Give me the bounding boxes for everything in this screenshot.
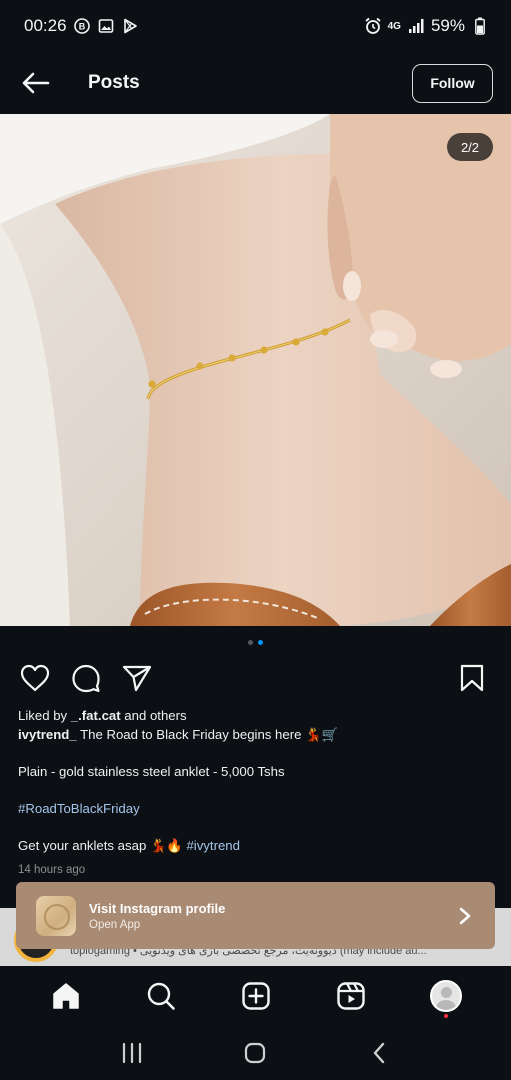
anklet-photo xyxy=(0,114,511,626)
home-system-button[interactable] xyxy=(235,1033,275,1073)
post-header: Posts Follow xyxy=(0,52,511,114)
b-circle-icon: B xyxy=(73,17,91,35)
battery-icon xyxy=(471,17,489,35)
home-circle-icon xyxy=(245,1042,266,1064)
home-icon xyxy=(52,983,79,1009)
caption-first-line: ivytrend_ The Road to Black Friday begin… xyxy=(18,727,338,742)
back-button[interactable] xyxy=(18,66,52,100)
post-timestamp: 14 hours ago xyxy=(18,864,86,876)
visit-title: Visit Instagram profile xyxy=(89,900,226,916)
back-system-button[interactable] xyxy=(359,1033,399,1073)
status-right: 4G 59% xyxy=(364,16,489,36)
hashtag-link[interactable]: #RoadToBlackFriday xyxy=(18,801,140,816)
nav-home[interactable] xyxy=(46,976,86,1016)
nav-reels[interactable] xyxy=(331,976,371,1016)
post-caption: Liked by _.fat.cat and others ivytrend_ … xyxy=(18,706,498,880)
bookmark-icon xyxy=(460,664,484,692)
create-icon xyxy=(241,982,270,1010)
svg-text:B: B xyxy=(78,22,85,32)
follow-button[interactable]: Follow xyxy=(412,63,493,103)
comment-icon xyxy=(72,664,100,693)
notification-dot xyxy=(443,1014,448,1018)
status-bar: 00:26 B 4G 59% xyxy=(0,0,511,52)
bottom-nav xyxy=(0,966,511,1026)
search-icon xyxy=(147,982,175,1010)
caption-cta: Get your anklets asap 💃🔥 #ivytrend xyxy=(18,838,240,853)
send-icon xyxy=(122,665,152,692)
battery-percent: 59% xyxy=(430,16,465,35)
carousel-dot xyxy=(248,640,253,645)
heart-icon xyxy=(20,664,50,692)
carousel-dots xyxy=(0,640,511,645)
hashtag-link[interactable]: #ivytrend xyxy=(186,838,240,853)
nav-create[interactable] xyxy=(236,976,276,1016)
page-title: Posts xyxy=(88,72,140,93)
nav-profile[interactable] xyxy=(426,976,466,1018)
play-store-icon xyxy=(121,17,139,35)
liked-by-user[interactable]: _.fat.cat xyxy=(71,708,121,723)
system-nav xyxy=(0,1026,511,1080)
post-image[interactable]: 2/2 xyxy=(0,114,511,626)
visit-subtitle: Open App xyxy=(89,918,141,931)
share-button[interactable] xyxy=(120,661,154,695)
author-username[interactable]: ivytrend_ xyxy=(18,727,77,742)
back-chevron-icon xyxy=(373,1042,385,1064)
comment-button[interactable] xyxy=(69,661,103,695)
status-left: 00:26 B xyxy=(24,16,139,36)
visit-profile-banner[interactable]: Visit Instagram profile Open App xyxy=(16,882,495,949)
post-actions xyxy=(0,658,511,698)
nav-search[interactable] xyxy=(141,976,181,1016)
profile-thumbnail xyxy=(36,895,76,936)
caption-product: Plain - gold stainless steel anklet - 5,… xyxy=(18,764,285,779)
alarm-icon xyxy=(364,17,382,35)
image-counter: 2/2 xyxy=(447,133,493,161)
like-button[interactable] xyxy=(18,661,52,695)
signal-icon xyxy=(407,17,425,35)
save-button[interactable] xyxy=(455,661,489,695)
reels-icon xyxy=(336,982,365,1010)
chevron-right-icon xyxy=(455,906,475,926)
recents-icon xyxy=(122,1042,141,1064)
recents-button[interactable] xyxy=(112,1033,152,1073)
network-type: 4G xyxy=(387,20,401,32)
carousel-dot-active xyxy=(258,640,263,645)
profile-icon xyxy=(429,980,462,1012)
arrow-left-icon xyxy=(22,72,50,94)
image-icon xyxy=(97,17,115,35)
status-time: 00:26 xyxy=(24,16,67,35)
visit-text: Visit Instagram profile Open App xyxy=(89,901,225,931)
liked-by: Liked by _.fat.cat and others xyxy=(18,708,187,723)
